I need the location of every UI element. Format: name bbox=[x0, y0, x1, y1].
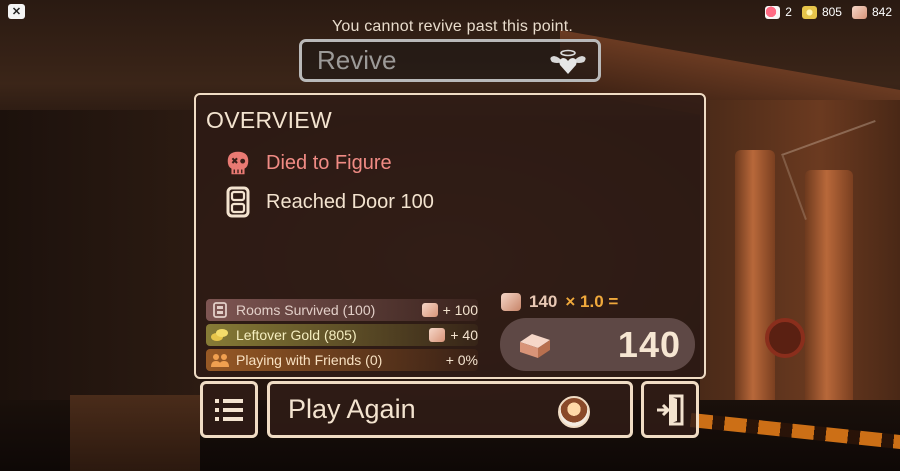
death-cause-text: Died to Figure bbox=[266, 151, 392, 174]
knobs-icon bbox=[851, 5, 867, 19]
formula-multiplier: × 1.0 = bbox=[565, 292, 619, 311]
door-icon bbox=[224, 186, 252, 218]
rooms-survived-value-wrap: + 100 bbox=[421, 299, 478, 321]
currency-display: 2 805 842 bbox=[765, 3, 892, 21]
rooms-survived-bonus: Rooms Survived (100) + 100 bbox=[206, 299, 478, 321]
leftover-gold-value: + 40 bbox=[450, 327, 478, 343]
revive-button[interactable]: Revive bbox=[299, 39, 601, 82]
knobs-total: 140 bbox=[500, 318, 695, 371]
close-button[interactable]: ✕ bbox=[8, 4, 25, 19]
friends-icon bbox=[210, 352, 230, 368]
play-again-label: Play Again bbox=[288, 394, 416, 424]
play-again-button[interactable]: Play Again bbox=[267, 381, 633, 438]
list-icon bbox=[215, 398, 243, 421]
valve-wheel bbox=[765, 318, 805, 358]
revive-icon bbox=[765, 5, 781, 19]
knobs-icon bbox=[429, 328, 446, 342]
revive-count-value: 2 bbox=[785, 5, 792, 19]
knobs-icon bbox=[501, 293, 521, 311]
door-icon bbox=[210, 302, 230, 318]
playing-with-friends-value-wrap: + 0% bbox=[446, 349, 478, 371]
stats-list-button[interactable] bbox=[200, 381, 258, 438]
gold-count-value: 805 bbox=[821, 5, 842, 19]
leftover-gold-bonus: Leftover Gold (805) + 40 bbox=[206, 324, 478, 346]
exit-lobby-button[interactable] bbox=[641, 381, 699, 438]
knobs-count-value: 842 bbox=[871, 5, 892, 19]
formula-base: 140 bbox=[529, 292, 558, 311]
playing-with-friends-bonus: Playing with Friends (0) + 0% bbox=[206, 349, 478, 371]
playing-with-friends-label: Playing with Friends (0) bbox=[236, 352, 383, 368]
leftover-gold-value-wrap: + 40 bbox=[429, 324, 478, 346]
gold-coins-icon bbox=[210, 327, 230, 343]
knobs-icon bbox=[520, 333, 550, 358]
rooms-survived-value: + 100 bbox=[442, 302, 478, 318]
revive-count: 2 bbox=[765, 5, 792, 19]
door-reached-text: Reached Door 100 bbox=[266, 190, 434, 213]
revive-button-label: Revive bbox=[317, 45, 397, 75]
leftover-gold-label: Leftover Gold (805) bbox=[236, 327, 357, 343]
winged-heart-icon bbox=[550, 49, 586, 74]
knobs-count: 842 bbox=[851, 5, 892, 19]
exit-door-icon bbox=[657, 394, 684, 425]
crate bbox=[70, 395, 200, 471]
knobs-icon bbox=[421, 303, 438, 317]
gold-icon bbox=[801, 5, 817, 19]
pipe bbox=[735, 150, 775, 410]
rooms-survived-label: Rooms Survived (100) bbox=[236, 302, 376, 318]
skull-icon bbox=[224, 147, 252, 179]
playing-with-friends-value: + 0% bbox=[445, 352, 478, 368]
overview-title: OVERVIEW bbox=[206, 107, 332, 133]
overview-panel: OVERVIEW Died to Figure Reached Door 100… bbox=[194, 93, 706, 379]
knobs-formula: 140 × 1.0 = bbox=[501, 292, 618, 312]
gold-count: 805 bbox=[801, 5, 842, 19]
knobs-total-value: 140 bbox=[617, 323, 681, 365]
player-avatar bbox=[558, 396, 590, 428]
revive-notice: You cannot revive past this point. bbox=[331, 18, 574, 35]
death-cause-row: Died to Figure bbox=[224, 147, 392, 179]
door-reached-row: Reached Door 100 bbox=[224, 186, 434, 218]
